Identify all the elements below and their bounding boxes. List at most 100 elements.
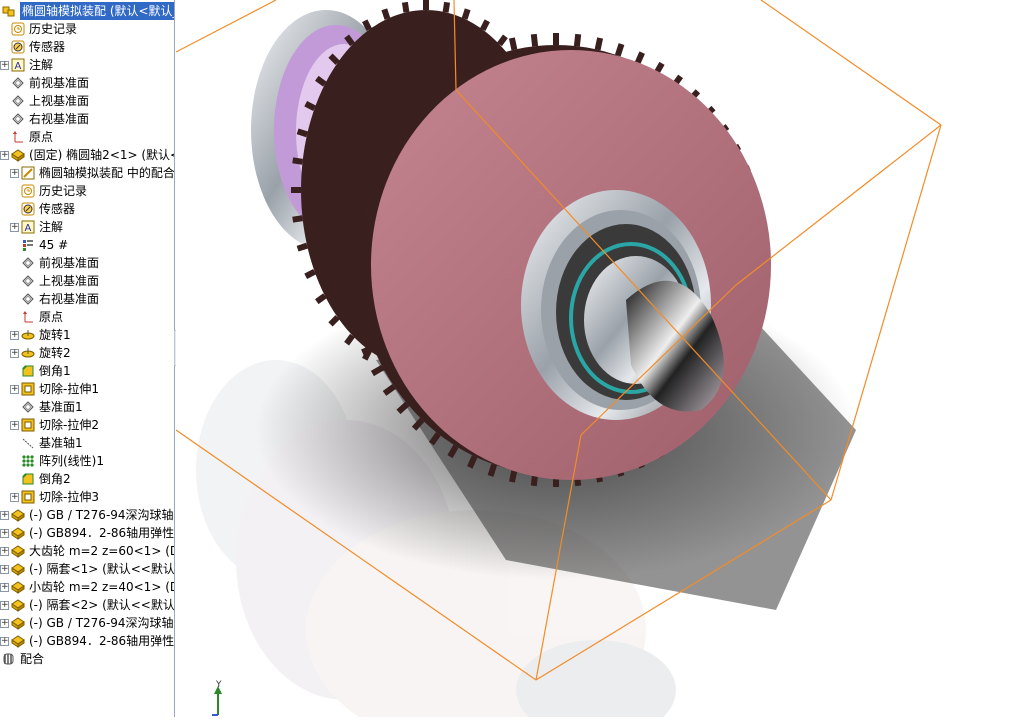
tree-item-label: 倒角2	[39, 472, 71, 486]
tree-item[interactable]: 前视基准面	[0, 74, 89, 92]
tree-item-label: 右视基准面	[29, 112, 90, 126]
tree-item-label: 上视基准面	[29, 94, 90, 108]
tree-item-label: 切除-拉伸1	[39, 382, 99, 396]
expand-toggle-icon[interactable]: +	[0, 600, 9, 610]
tree-item-label: (-) 隔套<1> (默认<<默认>_	[29, 562, 175, 576]
expand-toggle-icon[interactable]: +	[10, 492, 19, 502]
tree-item[interactable]: 传感器	[0, 38, 65, 56]
tree-item[interactable]: + (-) GB / T276-94深沟球轴承	[0, 506, 175, 524]
assembly-3d-view	[176, 0, 942, 717]
tree-item[interactable]: + 切除-拉伸3	[10, 488, 99, 506]
tree-item-label: 小齿轮 m=2 z=40<1> (Def	[29, 580, 175, 594]
tree-item[interactable]: 基准轴1	[10, 434, 83, 452]
tree-item[interactable]: 基准面1	[10, 398, 83, 416]
part-icon	[11, 148, 25, 162]
tree-item[interactable]: 上视基准面	[10, 272, 99, 290]
plane-icon	[21, 256, 35, 270]
graphics-viewport[interactable]	[176, 0, 1031, 717]
tree-item-label: 椭圆轴模拟装配 中的配合	[39, 166, 175, 180]
tree-item-label: (-) GB894．2-86轴用弹性挡	[29, 634, 175, 648]
assembly-icon	[2, 4, 16, 18]
part-icon	[11, 562, 25, 576]
linear-pattern-icon	[21, 454, 35, 468]
tree-item[interactable]: + (-) 隔套<1> (默认<<默认>_	[0, 560, 175, 578]
expand-toggle-icon[interactable]: +	[10, 168, 19, 178]
plane-icon	[21, 274, 35, 288]
tree-item[interactable]: 原点	[10, 308, 63, 326]
expand-toggle-icon[interactable]: +	[0, 546, 9, 556]
tree-item[interactable]: + 小齿轮 m=2 z=40<1> (Def	[0, 578, 175, 596]
expand-toggle-icon[interactable]: +	[0, 510, 9, 520]
expand-toggle-icon[interactable]: +	[0, 618, 9, 628]
expand-toggle-icon[interactable]: +	[0, 636, 9, 646]
expand-toggle-icon[interactable]: +	[0, 60, 9, 70]
tree-item[interactable]: 原点	[0, 128, 53, 146]
tree-item[interactable]: 阵列(线性)1	[10, 452, 104, 470]
expand-toggle-icon[interactable]: +	[0, 150, 9, 160]
tree-item[interactable]: + (-) GB894．2-86轴用弹性挡	[0, 632, 175, 650]
tree-root-assembly[interactable]: 椭圆轴模拟装配 (默认<默认_显	[2, 2, 174, 20]
tree-item[interactable]: 历史记录	[10, 182, 87, 200]
tree-item[interactable]: 45 #	[10, 236, 68, 254]
tree-item-label: 大齿轮 m=2 z=60<1> (Def	[29, 544, 175, 558]
tree-item[interactable]: 配合	[2, 650, 44, 668]
expand-toggle-icon[interactable]: +	[10, 222, 19, 232]
tree-item[interactable]: + 切除-拉伸1	[10, 380, 99, 398]
chamfer-icon	[21, 364, 35, 378]
tree-item-label: 传感器	[39, 202, 76, 216]
tree-item-label: 上视基准面	[39, 274, 100, 288]
axis-icon	[21, 436, 35, 450]
tree-item[interactable]: 右视基准面	[0, 110, 89, 128]
tree-item-label: 前视基准面	[39, 256, 100, 270]
tree-item[interactable]: + 椭圆轴模拟装配 中的配合	[10, 164, 175, 182]
triad-y-label: Y	[216, 680, 222, 690]
tree-item[interactable]: 右视基准面	[10, 290, 99, 308]
part-icon	[11, 544, 25, 558]
expand-toggle-icon[interactable]: +	[10, 348, 19, 358]
history-icon	[11, 22, 25, 36]
origin-icon	[21, 310, 35, 324]
tree-item[interactable]: 前视基准面	[10, 254, 99, 272]
tree-item-label: (-) GB / T276-94深沟球轴承	[29, 508, 175, 522]
tree-item[interactable]: + A 注解	[0, 56, 53, 74]
tree-item[interactable]: 上视基准面	[0, 92, 89, 110]
tree-item-label: 历史记录	[39, 184, 88, 198]
tree-root-label: 椭圆轴模拟装配 (默认<默认_显	[20, 2, 174, 20]
tree-item[interactable]: + 旋转2	[10, 344, 71, 362]
chamfer-icon	[21, 472, 35, 486]
expand-toggle-icon[interactable]: +	[10, 330, 19, 340]
tree-item[interactable]: 倒角1	[10, 362, 71, 380]
tree-item-label: 倒角1	[39, 364, 71, 378]
tree-item[interactable]: + (-) 隔套<2> (默认<<默认>_	[0, 596, 175, 614]
tree-item[interactable]: + (固定) 椭圆轴2<1> (默认<	[0, 146, 174, 164]
tree-item-label: 旋转2	[39, 346, 71, 360]
svg-text:A: A	[15, 61, 22, 72]
tree-item-label: (-) 隔套<2> (默认<<默认>_	[29, 598, 175, 612]
tree-item-label: (-) GB894．2-86轴用弹性挡	[29, 526, 175, 540]
expand-toggle-icon[interactable]: +	[0, 582, 9, 592]
plane-icon	[11, 94, 25, 108]
expand-toggle-icon[interactable]: +	[0, 564, 9, 574]
tree-item[interactable]: + (-) GB / T276-94深沟球轴承	[0, 614, 174, 632]
cut-extrude-icon	[21, 382, 35, 396]
revolve-icon	[21, 328, 35, 342]
expand-toggle-icon[interactable]: +	[10, 384, 19, 394]
tree-item-label: 基准轴1	[39, 436, 83, 450]
view-triad: Y	[210, 680, 230, 717]
expand-toggle-icon[interactable]: +	[0, 528, 9, 538]
part-icon	[11, 580, 25, 594]
tree-item[interactable]: 倒角2	[10, 470, 71, 488]
tree-item-label: 基准面1	[39, 400, 83, 414]
tree-item[interactable]: + 旋转1	[10, 326, 71, 344]
material-icon	[21, 238, 35, 252]
expand-toggle-icon[interactable]: +	[10, 420, 19, 430]
tree-item[interactable]: + 切除-拉伸2	[10, 416, 99, 434]
tree-item[interactable]: + A 注解	[10, 218, 63, 236]
feature-manager-tree[interactable]: 椭圆轴模拟装配 (默认<默认_显 历史记录 传感器 + A 注解 前视基准面 上视基准面 右视…	[0, 0, 175, 717]
tree-item-label: 传感器	[29, 40, 66, 54]
tree-item[interactable]: + 大齿轮 m=2 z=60<1> (Def	[0, 542, 175, 560]
tree-item-label: 阵列(线性)1	[39, 454, 104, 468]
tree-item[interactable]: + (-) GB894．2-86轴用弹性挡	[0, 524, 175, 542]
tree-item[interactable]: 历史记录	[0, 20, 77, 38]
tree-item[interactable]: 传感器	[10, 200, 75, 218]
